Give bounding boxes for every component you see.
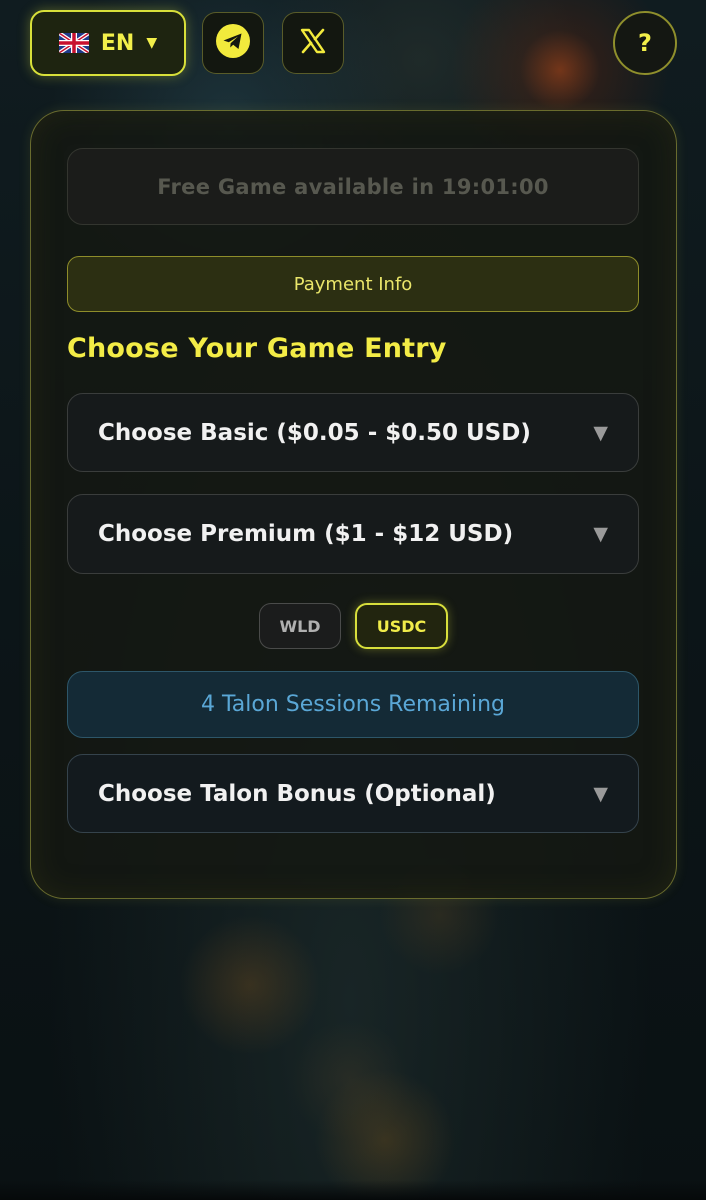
- talon-sessions-text: 4 Talon Sessions Remaining: [201, 692, 505, 717]
- uk-flag-icon: [58, 33, 89, 53]
- payment-info-label: Payment Info: [293, 273, 413, 295]
- x-button[interactable]: [282, 12, 344, 74]
- dropdown-arrow-icon: ▼: [593, 421, 608, 444]
- premium-entry-label: Choose Premium ($1 - $12 USD): [98, 521, 514, 547]
- talon-sessions-banner: 4 Talon Sessions Remaining: [67, 671, 639, 738]
- talon-bonus-label: Choose Talon Bonus (Optional): [98, 780, 496, 807]
- language-selector[interactable]: EN ▼: [30, 10, 186, 76]
- help-label: ?: [638, 29, 652, 57]
- telegram-icon: [215, 23, 251, 63]
- x-logo-icon: [298, 26, 328, 60]
- currency-toggle-usdc[interactable]: USDC: [355, 603, 448, 649]
- basic-entry-label: Choose Basic ($0.05 - $0.50 USD): [98, 419, 531, 446]
- payment-info-button[interactable]: Payment Info: [67, 256, 639, 312]
- currency-toggle-wld[interactable]: WLD: [259, 603, 341, 649]
- dropdown-arrow-icon: ▼: [593, 523, 608, 545]
- bottom-edge: [0, 1180, 706, 1200]
- free-game-text: Free Game available in 19:01:00: [157, 174, 549, 199]
- dropdown-arrow-icon: ▼: [593, 782, 608, 805]
- telegram-button[interactable]: [202, 12, 264, 74]
- language-code: EN: [100, 30, 135, 56]
- basic-entry-select[interactable]: Choose Basic ($0.05 - $0.50 USD) ▼: [67, 393, 639, 472]
- premium-entry-select[interactable]: Choose Premium ($1 - $12 USD) ▼: [67, 494, 639, 574]
- chevron-down-icon: ▼: [146, 35, 158, 51]
- free-game-countdown: Free Game available in 19:01:00: [67, 148, 639, 225]
- help-button[interactable]: ?: [613, 11, 677, 75]
- section-heading: Choose Your Game Entry: [67, 333, 447, 364]
- talon-bonus-select[interactable]: Choose Talon Bonus (Optional) ▼: [67, 754, 639, 833]
